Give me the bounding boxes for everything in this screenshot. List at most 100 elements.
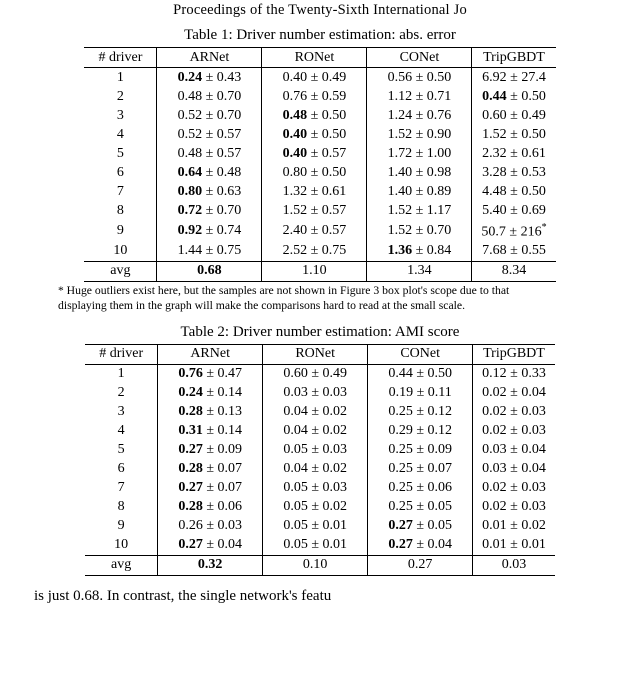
table-cell: 0.48 ± 0.70 [157,87,262,106]
table-avg-row: avg0.320.100.270.03 [85,555,555,575]
table-cell: 1.52 ± 0.50 [472,125,556,144]
col-tripgbdt: TripGBDT [473,344,555,364]
row-label: 2 [84,87,157,106]
row-label: 6 [85,460,158,479]
table-cell: 1.72 ± 1.00 [367,144,472,163]
table-cell: 0.01 ± 0.02 [473,517,555,536]
table-cell: 0.29 ± 0.12 [368,422,473,441]
table-cell: 0.02 ± 0.03 [473,403,555,422]
table-cell: 0.27 [368,555,473,575]
table-cell: 0.40 ± 0.50 [262,125,367,144]
table-cell: 0.52 ± 0.57 [157,125,262,144]
table-cell: 0.72 ± 0.70 [157,201,262,220]
table-cell: 0.40 ± 0.49 [262,68,367,88]
table-cell: 0.32 [158,555,263,575]
row-label: 2 [85,384,158,403]
table-row: 20.48 ± 0.700.76 ± 0.591.12 ± 0.710.44 ±… [84,87,555,106]
footnote-line1: Huge outliers exist here, but the sample… [64,284,510,297]
col-ronet: RONet [263,344,368,364]
table-cell: 0.44 ± 0.50 [472,87,556,106]
body-text-fragment: is just 0.68. In contrast, the single ne… [30,588,610,605]
table2-caption: Table 2: Driver number estimation: AMI s… [30,324,610,341]
table-row: 70.80 ± 0.631.32 ± 0.611.40 ± 0.894.48 ±… [84,182,555,201]
running-header: Proceedings of the Twenty-Sixth Internat… [30,2,610,19]
table-cell: 1.40 ± 0.89 [367,182,472,201]
table-cell: 1.52 ± 0.90 [367,125,472,144]
table-row: 20.24 ± 0.140.03 ± 0.030.19 ± 0.110.02 ±… [85,384,555,403]
table-cell: 0.52 ± 0.70 [157,106,262,125]
table-cell: 0.60 ± 0.49 [472,106,556,125]
avg-label: avg [84,261,157,281]
row-label: 8 [85,498,158,517]
table-cell: 0.31 ± 0.14 [158,422,263,441]
row-label: 4 [85,422,158,441]
table-cell: 1.24 ± 0.76 [367,106,472,125]
table-row: 90.26 ± 0.030.05 ± 0.010.27 ± 0.050.01 ±… [85,517,555,536]
table-cell: 0.05 ± 0.03 [263,479,368,498]
table-cell: 0.05 ± 0.03 [263,441,368,460]
table-cell: 0.28 ± 0.13 [158,403,263,422]
table-cell: 50.7 ± 216* [472,220,556,242]
row-label: 8 [84,201,157,220]
table-row: 50.48 ± 0.570.40 ± 0.571.72 ± 1.002.32 ±… [84,144,555,163]
row-label: 7 [84,182,157,201]
table-cell: 1.36 ± 0.84 [367,242,472,262]
table-cell: 0.02 ± 0.03 [473,422,555,441]
table-cell: 1.10 [262,261,367,281]
table-cell: 1.40 ± 0.98 [367,163,472,182]
table-cell: 0.02 ± 0.03 [473,498,555,517]
table-cell: 0.28 ± 0.06 [158,498,263,517]
table-row: 40.52 ± 0.570.40 ± 0.501.52 ± 0.901.52 ±… [84,125,555,144]
body-text-left: is just 0.68. In contrast, the single ne… [34,588,331,605]
table-cell: 0.68 [157,261,262,281]
table-cell: 0.27 ± 0.07 [158,479,263,498]
table-cell: 0.27 ± 0.04 [158,536,263,556]
table-cell: 3.28 ± 0.53 [472,163,556,182]
table-row: 50.27 ± 0.090.05 ± 0.030.25 ± 0.090.03 ±… [85,441,555,460]
table-row: 80.28 ± 0.060.05 ± 0.020.25 ± 0.050.02 ±… [85,498,555,517]
table-cell: 0.25 ± 0.12 [368,403,473,422]
table-cell: 0.26 ± 0.03 [158,517,263,536]
table-cell: 5.40 ± 0.69 [472,201,556,220]
table-cell: 0.01 ± 0.01 [473,536,555,556]
avg-label: avg [85,555,158,575]
table-cell: 0.28 ± 0.07 [158,460,263,479]
table-cell: 0.04 ± 0.02 [263,403,368,422]
table-cell: 0.02 ± 0.03 [473,479,555,498]
table-cell: 0.19 ± 0.11 [368,384,473,403]
table-cell: 2.40 ± 0.57 [262,220,367,242]
row-label: 6 [84,163,157,182]
table-row: 101.44 ± 0.752.52 ± 0.751.36 ± 0.847.68 … [84,242,555,262]
table-cell: 0.05 ± 0.01 [263,536,368,556]
row-label: 9 [85,517,158,536]
table-row: 30.28 ± 0.130.04 ± 0.020.25 ± 0.120.02 ±… [85,403,555,422]
table-cell: 0.12 ± 0.33 [473,364,555,384]
table2: # driver ARNet RONet CONet TripGBDT 10.7… [85,344,555,576]
table-row: 10.24 ± 0.430.40 ± 0.490.56 ± 0.506.92 ±… [84,68,555,88]
table-cell: 0.48 ± 0.50 [262,106,367,125]
col-driver: # driver [84,48,157,68]
table-cell: 0.56 ± 0.50 [367,68,472,88]
table-cell: 0.76 ± 0.59 [262,87,367,106]
col-arnet: ARNet [158,344,263,364]
table-cell: 0.60 ± 0.49 [263,364,368,384]
col-driver: # driver [85,344,158,364]
row-label: 7 [85,479,158,498]
row-label: 3 [85,403,158,422]
table-cell: 4.48 ± 0.50 [472,182,556,201]
table-cell: 0.04 ± 0.02 [263,460,368,479]
table-cell: 0.04 ± 0.02 [263,422,368,441]
row-label: 10 [84,242,157,262]
table-cell: 0.05 ± 0.01 [263,517,368,536]
col-arnet: ARNet [157,48,262,68]
table-cell: 0.03 ± 0.03 [263,384,368,403]
table-cell: 2.32 ± 0.61 [472,144,556,163]
col-ronet: RONet [262,48,367,68]
table-cell: 2.52 ± 0.75 [262,242,367,262]
table-row: 80.72 ± 0.701.52 ± 0.571.52 ± 1.175.40 ±… [84,201,555,220]
table-cell: 1.34 [367,261,472,281]
table-cell: 1.12 ± 0.71 [367,87,472,106]
table-cell: 0.44 ± 0.50 [368,364,473,384]
table-cell: 0.25 ± 0.06 [368,479,473,498]
table-cell: 0.10 [263,555,368,575]
